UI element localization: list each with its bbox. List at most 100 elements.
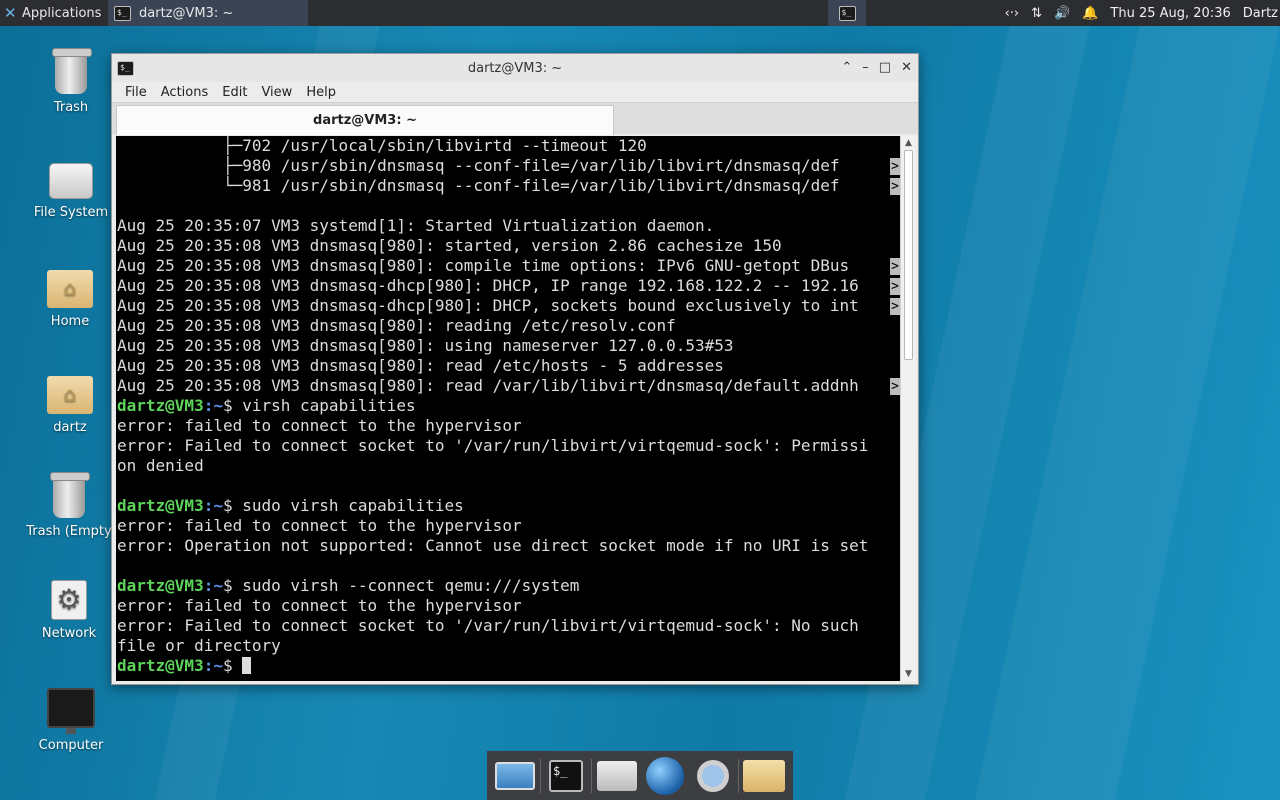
user-menu[interactable]: Dartz <box>1243 6 1278 21</box>
window-titlebar[interactable]: $_ dartz@VM3: ~ ⌃ – □ ✕ <box>112 54 918 82</box>
monitor-icon <box>47 688 95 734</box>
terminal-line: file or directory <box>117 636 281 655</box>
menu-view[interactable]: View <box>254 85 299 100</box>
dock-terminal[interactable]: $_ <box>542 753 590 799</box>
text-cursor <box>242 657 252 674</box>
chevron-up-icon[interactable]: ⌃ <box>841 60 852 75</box>
applications-label: Applications <box>22 5 102 21</box>
window-title: dartz@VM3: ~ <box>467 60 563 76</box>
dock-show-desktop[interactable] <box>491 753 539 799</box>
updown-arrows-icon[interactable]: ⇅ <box>1031 6 1042 21</box>
close-icon[interactable]: ✕ <box>901 60 912 75</box>
terminal-line: dartz@VM3:~$ sudo virsh capabilities <box>117 496 900 516</box>
terminal-line: Aug 25 20:35:08 VM3 dnsmasq-dhcp[980]: D… <box>117 296 900 315</box>
desktop-icon-trash[interactable]: Trash <box>16 48 126 115</box>
drive-icon <box>49 163 93 199</box>
dock-separator <box>591 758 592 793</box>
dock-web-browser[interactable] <box>641 753 689 799</box>
maximize-icon[interactable]: □ <box>879 60 891 75</box>
terminal-line: Aug 25 20:35:08 VM3 dnsmasq[980]: using … <box>117 336 734 355</box>
trash-icon <box>50 472 90 518</box>
terminal-line: error: Operation not supported: Cannot u… <box>117 536 869 555</box>
clock[interactable]: Thu 25 Aug, 20:36 <box>1110 6 1230 21</box>
terminal-line: Aug 25 20:35:08 VM3 dnsmasq[980]: readin… <box>117 316 676 335</box>
prompt-user: dartz@VM3 <box>117 656 204 675</box>
folder-icon <box>743 759 785 792</box>
terminal-scrollbar[interactable]: ▲ ▼ <box>900 136 916 681</box>
prompt-path: :~ <box>203 576 223 595</box>
prompt-command: $ <box>222 656 243 675</box>
tab-bar: dartz@VM3: ~ <box>112 102 918 135</box>
tab-terminal[interactable]: dartz@VM3: ~ <box>116 105 614 135</box>
terminal-line: on denied <box>117 456 204 475</box>
terminal-line: Aug 25 20:35:07 VM3 systemd[1]: Started … <box>117 216 715 235</box>
prompt-command: $ sudo virsh --connect qemu:///system <box>222 576 580 595</box>
terminal-line: Aug 25 20:35:08 VM3 dnsmasq[980]: read /… <box>117 376 900 395</box>
desktop-icon-trash-empty[interactable]: Trash (Empty <box>14 472 124 539</box>
magnifier-icon <box>697 759 729 792</box>
desktop-icon-file-system[interactable]: File System <box>16 163 126 220</box>
globe-icon <box>646 756 684 795</box>
terminal-line: error: failed to connect to the hypervis… <box>117 516 522 535</box>
desktop-icon-dartz[interactable]: dartz <box>15 376 125 435</box>
menu-file[interactable]: File <box>118 85 154 100</box>
dock-separator <box>738 758 739 793</box>
line-truncated-marker: > <box>890 158 900 175</box>
terminal-line: error: failed to connect to the hypervis… <box>117 416 522 435</box>
desktop-icon-computer[interactable]: Computer <box>16 688 126 753</box>
prompt-command: $ virsh capabilities <box>222 396 416 415</box>
network-icon[interactable]: ‹·› <box>1005 6 1020 21</box>
scroll-down-icon[interactable]: ▼ <box>901 667 916 681</box>
terminal-icon: $_ <box>114 5 131 21</box>
dock-app-finder[interactable] <box>689 753 737 799</box>
prompt-user: dartz@VM3 <box>117 496 204 515</box>
scroll-up-icon[interactable]: ▲ <box>901 136 916 150</box>
applications-menu-button[interactable]: ✕ Applications <box>0 0 108 26</box>
terminal-line: Aug 25 20:35:08 VM3 dnsmasq[980]: read /… <box>117 356 724 375</box>
dock-folder[interactable] <box>740 753 788 799</box>
desktop-icon-label: Computer <box>38 738 104 753</box>
desktop-icon-network[interactable]: ⚙ Network <box>14 580 124 641</box>
terminal-line: Aug 25 20:35:08 VM3 dnsmasq[980]: starte… <box>117 236 782 255</box>
terminal-output[interactable]: ├─702 /usr/local/sbin/libvirtd --timeout… <box>116 136 900 681</box>
terminal-line: Aug 25 20:35:08 VM3 dnsmasq[980]: compil… <box>117 256 900 275</box>
menu-help[interactable]: Help <box>299 85 343 100</box>
desktop-icon-label: File System <box>33 205 109 220</box>
line-truncated-marker: > <box>890 258 900 275</box>
dock-file-manager[interactable] <box>593 753 641 799</box>
top-panel: ✕ Applications $_ dartz@VM3: ~ $_ ‹·› ⇅ … <box>0 0 1280 26</box>
desktop-icon-label: dartz <box>53 420 87 435</box>
terminal-icon: $_ <box>549 759 583 792</box>
menu-actions[interactable]: Actions <box>154 85 216 100</box>
prompt-path: :~ <box>203 656 223 675</box>
home-folder-icon <box>47 376 93 414</box>
system-tray: ‹·› ⇅ 🔊 🔔 Thu 25 Aug, 20:36 Dartz <box>1005 0 1280 26</box>
terminal-icon: $_ <box>838 5 856 21</box>
dock: $_ <box>487 751 793 800</box>
terminal-window: $_ dartz@VM3: ~ ⌃ – □ ✕ File Actions Edi… <box>111 53 919 685</box>
menu-edit[interactable]: Edit <box>215 85 254 100</box>
terminal-line: dartz@VM3:~$ virsh capabilities <box>117 396 900 416</box>
xfce-logo-icon: ✕ <box>4 4 17 22</box>
prompt-user: dartz@VM3 <box>117 396 204 415</box>
dock-separator <box>540 758 541 793</box>
line-truncated-marker: > <box>890 278 900 295</box>
bell-icon[interactable]: 🔔 <box>1082 6 1098 21</box>
line-truncated-marker: > <box>890 178 900 195</box>
workspace-switcher[interactable]: $_ <box>828 0 866 26</box>
desktop-icon-label: Trash <box>53 100 89 115</box>
scrollbar-thumb[interactable] <box>904 150 913 360</box>
volume-icon[interactable]: 🔊 <box>1054 6 1070 21</box>
terminal-line: dartz@VM3:~$ <box>117 656 900 676</box>
terminal-line: error: Failed to connect socket to '/var… <box>117 616 859 635</box>
terminal-line: ├─702 /usr/local/sbin/libvirtd --timeout… <box>117 136 647 155</box>
terminal-line: Aug 25 20:35:08 VM3 dnsmasq-dhcp[980]: D… <box>117 276 900 295</box>
prompt-path: :~ <box>203 496 223 515</box>
minimize-icon[interactable]: – <box>862 60 869 75</box>
terminal-line: dartz@VM3:~$ sudo virsh --connect qemu:/… <box>117 576 900 596</box>
desktop-icon-home[interactable]: Home <box>15 270 125 329</box>
file-manager-icon <box>597 760 637 791</box>
taskbar-terminal-button[interactable]: $_ dartz@VM3: ~ <box>108 0 308 26</box>
